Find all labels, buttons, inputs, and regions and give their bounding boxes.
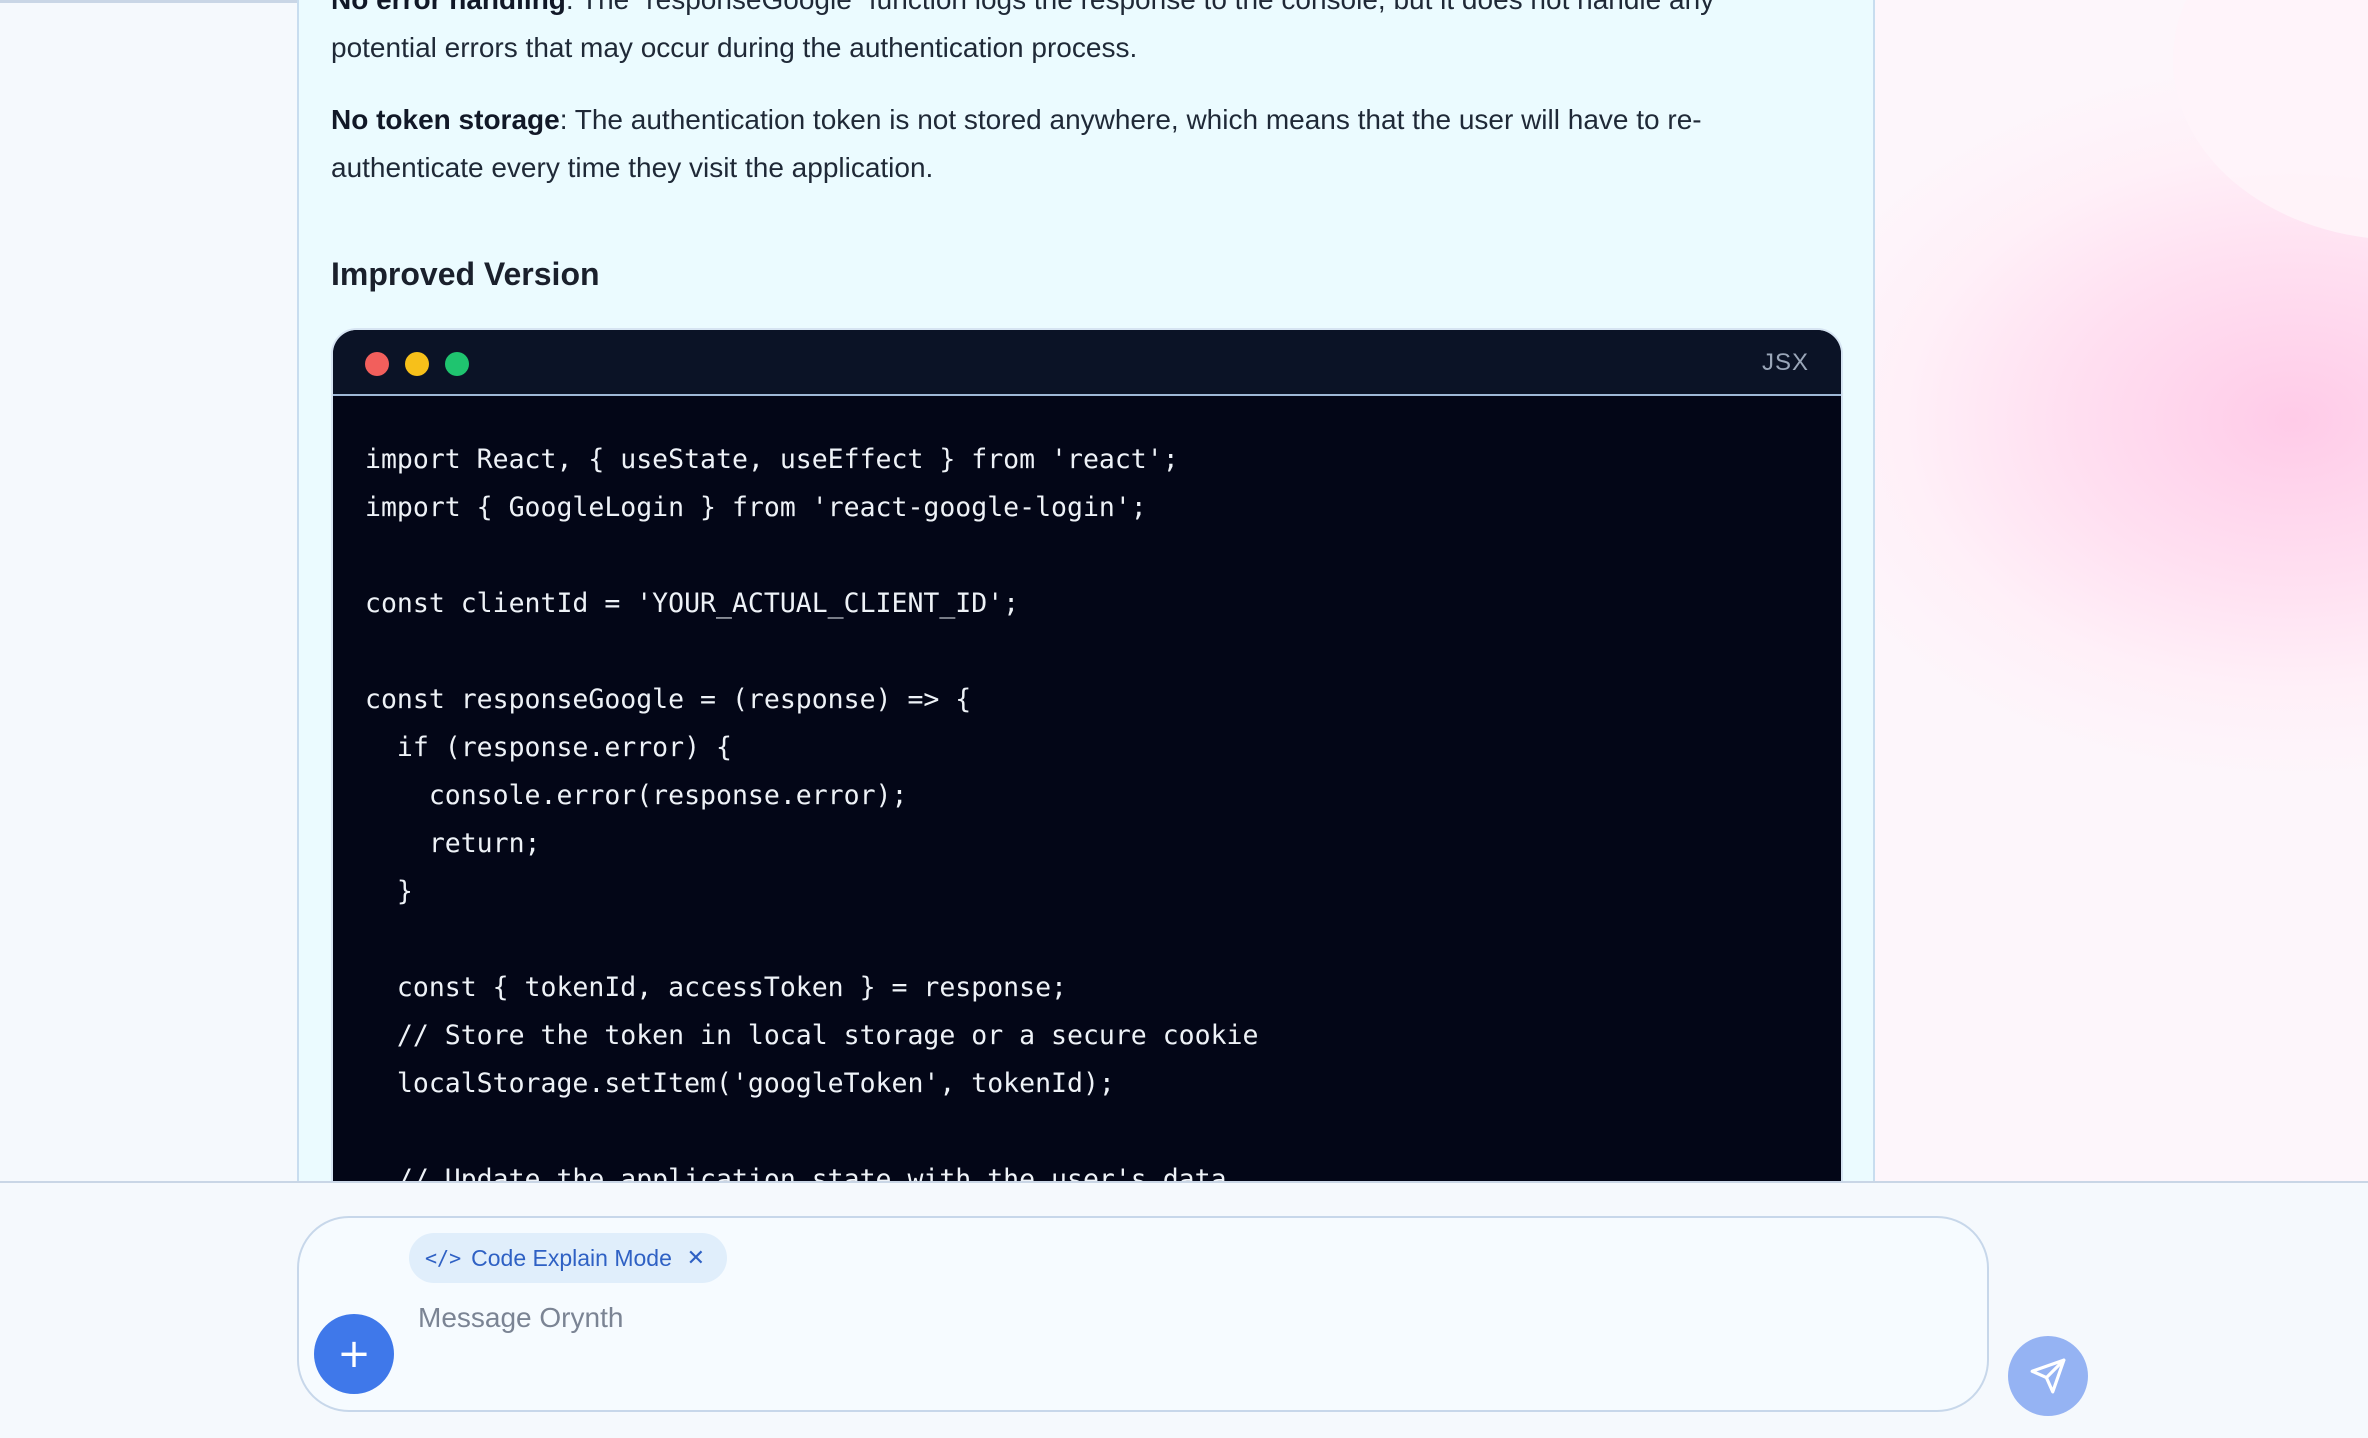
code-explain-mode-chip: </> Code Explain Mode ✕ bbox=[409, 1233, 727, 1283]
plus-icon: + bbox=[337, 1331, 371, 1377]
issue-paragraph-token-storage: No token storage: The authentication tok… bbox=[331, 96, 1781, 192]
code-language-label: JSX bbox=[1761, 349, 1809, 376]
red-dot-icon bbox=[365, 352, 389, 376]
issue-label: No token storage bbox=[331, 104, 560, 135]
send-icon bbox=[2030, 1358, 2066, 1394]
send-button[interactable] bbox=[2008, 1336, 2088, 1416]
code-content[interactable]: import React, { useState, useEffect } fr… bbox=[333, 396, 1841, 1182]
issue-label: No error handling bbox=[331, 0, 566, 15]
decorative-background bbox=[1873, 0, 2368, 1182]
green-dot-icon bbox=[445, 352, 469, 376]
message-input[interactable] bbox=[418, 1298, 1838, 1338]
close-icon[interactable]: ✕ bbox=[687, 1245, 705, 1271]
decorative-blob bbox=[2173, 0, 2368, 240]
chat-message-panel: No error handling: The `responseGoogle` … bbox=[297, 0, 1875, 1182]
code-icon: </> bbox=[425, 1246, 462, 1270]
mode-chip-label: Code Explain Mode bbox=[471, 1244, 672, 1271]
code-block: JSX import React, { useState, useEffect … bbox=[331, 328, 1843, 1182]
code-block-header: JSX bbox=[333, 330, 1841, 396]
issue-paragraph-error-handling: No error handling: The `responseGoogle` … bbox=[331, 0, 1781, 72]
yellow-dot-icon bbox=[405, 352, 429, 376]
add-attachment-button[interactable]: + bbox=[314, 1314, 394, 1394]
section-heading: Improved Version bbox=[331, 256, 600, 292]
